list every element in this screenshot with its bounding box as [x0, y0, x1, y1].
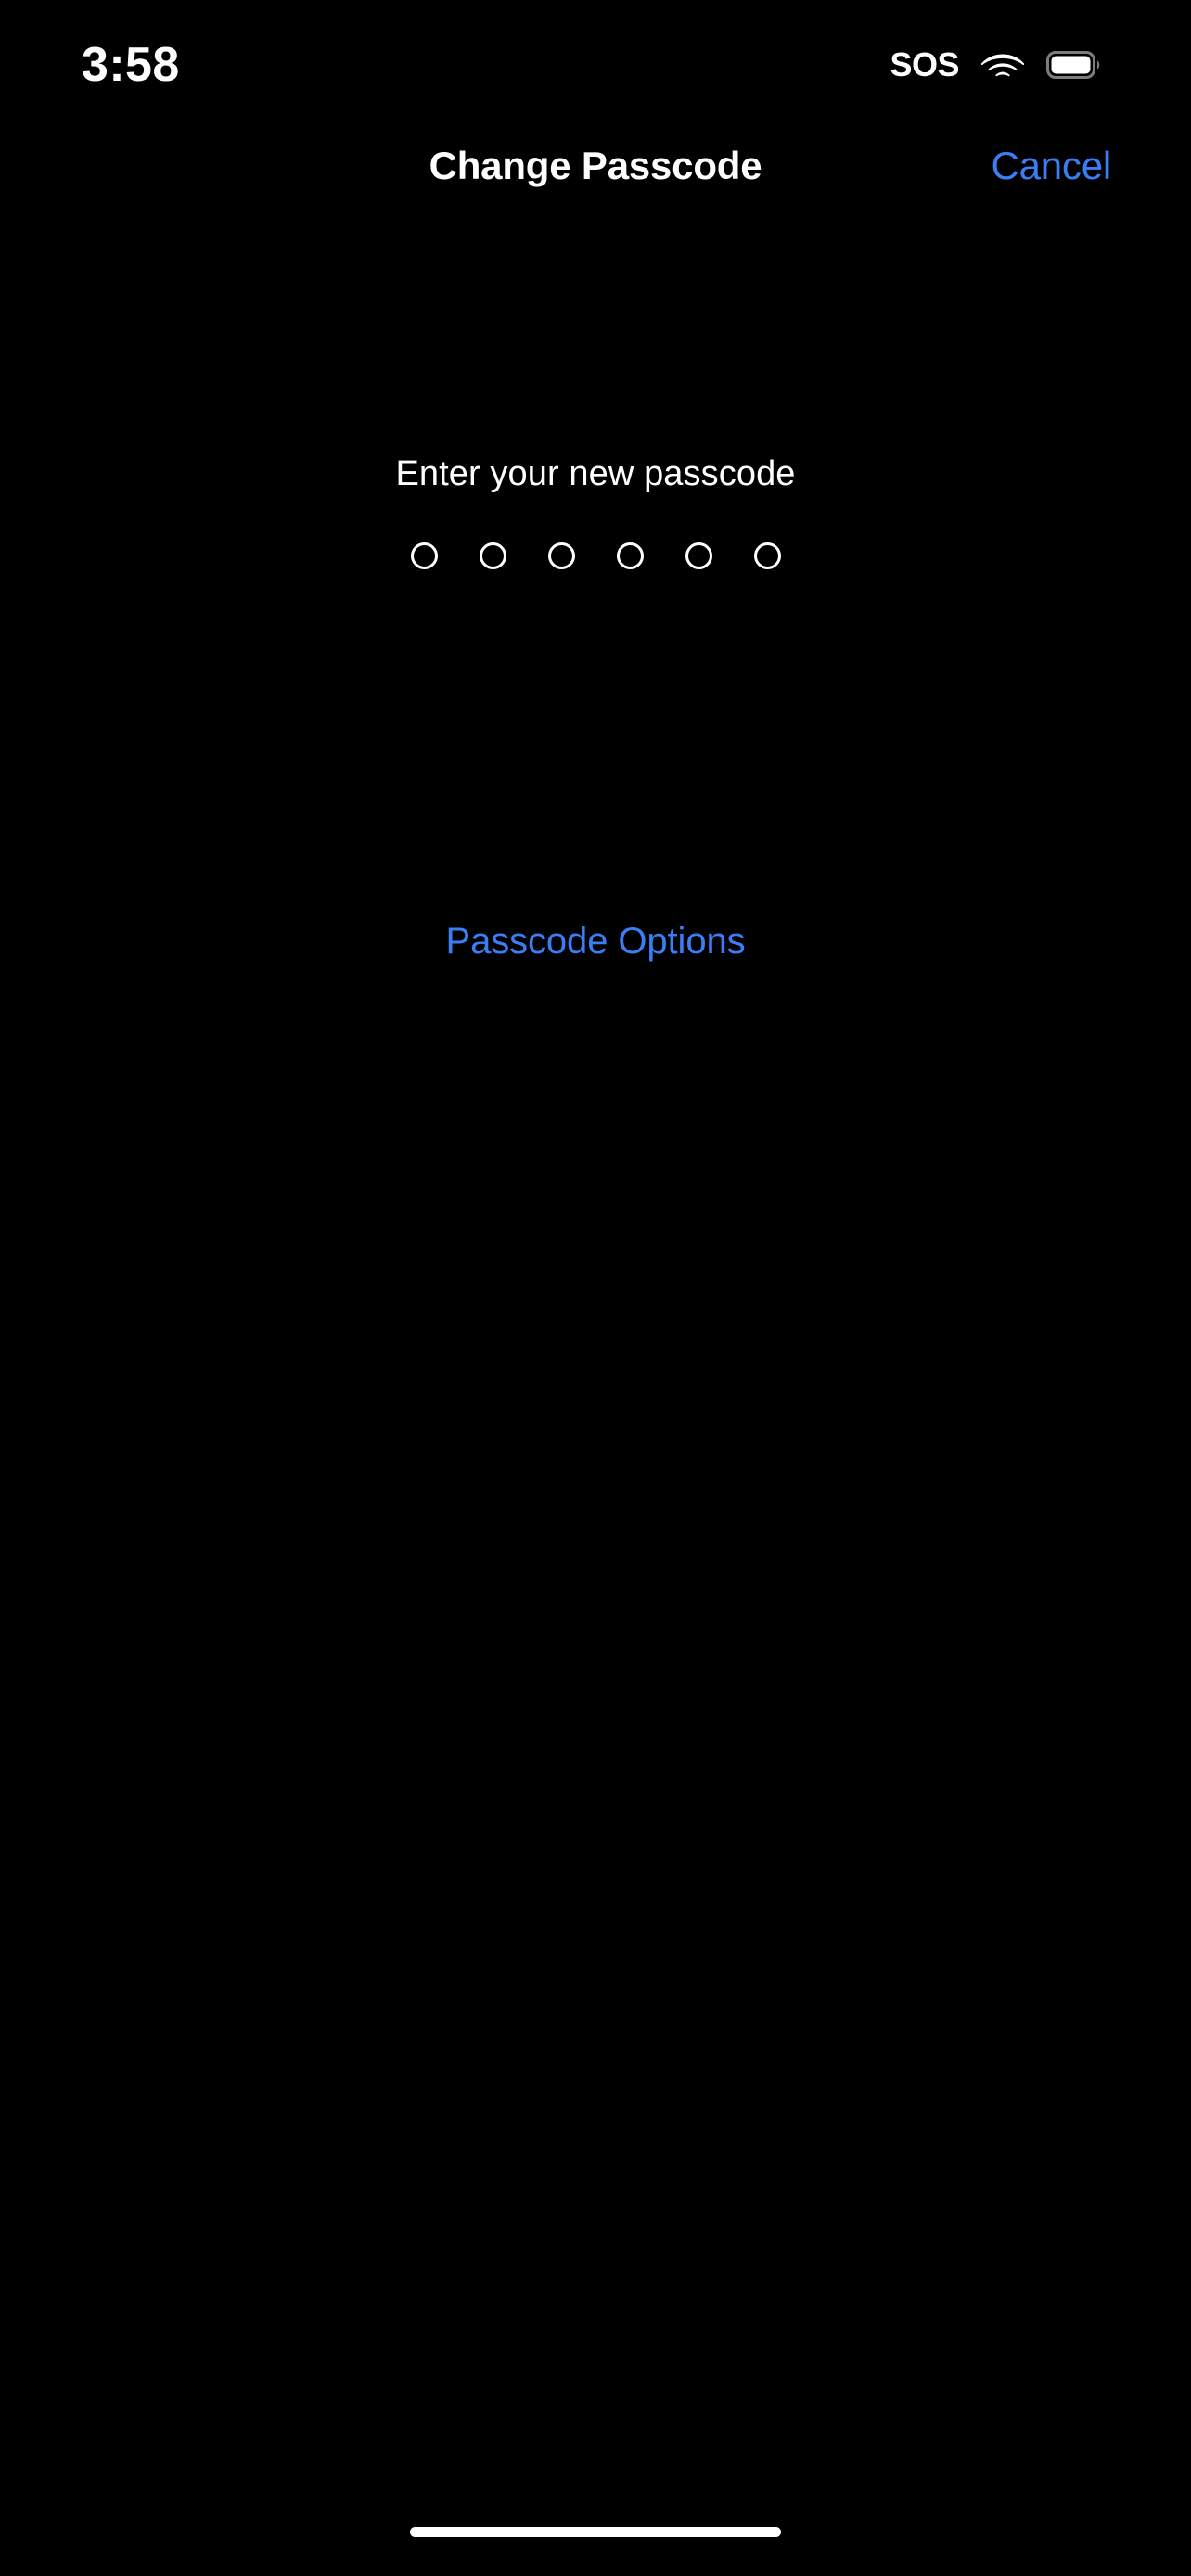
battery-icon: [1046, 51, 1102, 79]
sos-indicator: SOS: [890, 45, 959, 83]
passcode-prompt-label: Enter your new passcode: [395, 454, 796, 493]
cancel-button[interactable]: Cancel: [991, 144, 1111, 188]
passcode-dots[interactable]: [410, 542, 781, 569]
passcode-dot: [685, 542, 712, 569]
navigation-bar: Change Passcode Cancel: [0, 122, 1191, 210]
change-passcode-screen: 3:58 SOS Change Passcode Cancel Enter yo…: [0, 0, 1191, 2576]
passcode-dot: [410, 542, 438, 569]
passcode-dot: [547, 542, 575, 569]
passcode-dot: [479, 542, 506, 569]
passcode-entry-area: Enter your new passcode: [0, 454, 1191, 569]
home-indicator[interactable]: [410, 2527, 781, 2537]
passcode-dot: [753, 542, 781, 569]
status-bar: 3:58 SOS: [0, 0, 1191, 122]
status-bar-indicators: SOS: [890, 48, 1102, 82]
passcode-options-button[interactable]: Passcode Options: [0, 921, 1191, 963]
passcode-dot: [616, 542, 644, 569]
wifi-icon: [980, 48, 1026, 82]
status-bar-time: 3:58: [82, 38, 180, 92]
